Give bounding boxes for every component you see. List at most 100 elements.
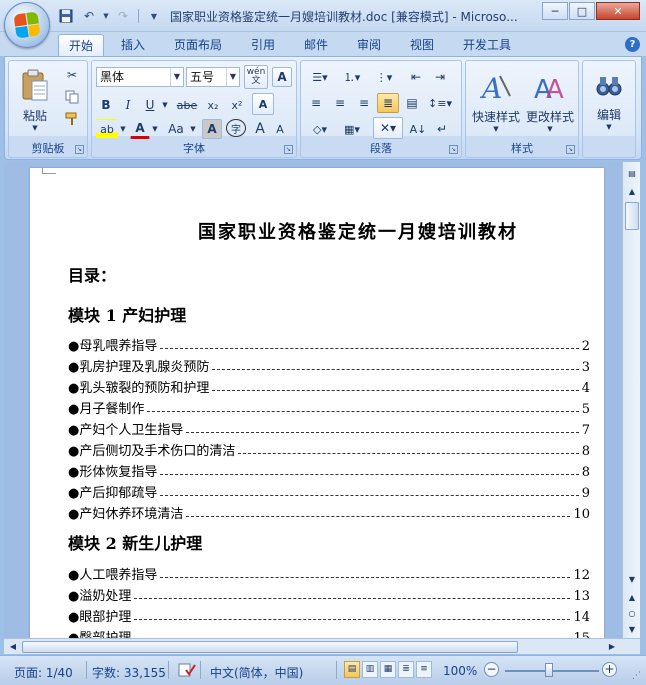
font-size-combo[interactable]: 五号 ▼ (186, 67, 240, 87)
editing-button[interactable]: 编辑 ▼ (587, 65, 631, 139)
outline-view-icon[interactable]: ≣ (398, 661, 414, 678)
font-size-dropdown-icon[interactable]: ▼ (226, 68, 239, 86)
clear-formatting-button[interactable]: A (252, 93, 274, 115)
toc-entry[interactable]: ●产妇休养环境清洁 10 (68, 502, 590, 522)
phonetic-guide-button[interactable]: wén 文 (244, 65, 268, 89)
vertical-scroll-thumb[interactable] (625, 202, 639, 230)
underline-dropdown-icon[interactable]: ▼ (160, 95, 170, 115)
web-layout-icon[interactable]: ▦ (380, 661, 396, 678)
character-shading-button[interactable]: A (202, 119, 222, 139)
sort-icon[interactable]: A↓ (407, 119, 429, 139)
zoom-out-button[interactable]: − (484, 662, 499, 677)
numbering-icon[interactable]: ⒈▾ (337, 67, 367, 87)
toc-entry[interactable]: ●产后侧切及手术伤口的清洁 8 (68, 439, 590, 459)
toc-entry[interactable]: ●溢奶处理 13 (68, 584, 590, 604)
highlight-button[interactable]: ab (96, 119, 118, 139)
change-styles-button[interactable]: AA 更改样式 ▼ (524, 65, 576, 139)
enclose-characters-button[interactable]: 字 (226, 119, 246, 137)
document-page[interactable]: 国家职业资格鉴定统一月嫂培训教材 目录： 模块 1 产妇护理 ●母乳喂养指导 2 … (30, 168, 604, 648)
bullets-icon[interactable]: ☰▾ (305, 67, 335, 87)
toc-entry[interactable]: ●形体恢复指导 8 (68, 460, 590, 480)
previous-page-icon[interactable]: ▲ (624, 590, 640, 606)
undo-dropdown-icon[interactable]: ▼ (102, 7, 110, 25)
zoom-slider-thumb[interactable] (545, 663, 553, 677)
proofing-icon[interactable] (178, 662, 196, 681)
tab-home[interactable]: 开始 (58, 34, 105, 56)
font-name-dropdown-icon[interactable]: ▼ (170, 68, 183, 86)
multilevel-list-icon[interactable]: ⋮▾ (369, 67, 399, 87)
scroll-down-icon[interactable]: ▼ (624, 572, 640, 588)
clipboard-launcher-icon[interactable]: ↘ (75, 145, 84, 154)
styles-launcher-icon[interactable]: ↘ (566, 145, 575, 154)
horizontal-scroll-thumb[interactable] (22, 641, 518, 653)
grow-font-button[interactable]: A (250, 119, 270, 139)
toc-entry[interactable]: ●人工喂养指导 12 (68, 563, 590, 583)
toc-entry[interactable]: ●母乳喂养指导 2 (68, 334, 590, 354)
borders-icon[interactable]: ▦▾ (337, 119, 367, 139)
tab-review[interactable]: 审阅 (347, 34, 391, 56)
chinese-layout-icon[interactable]: ✕▾ (373, 117, 403, 139)
minimize-button[interactable]: ─ (542, 2, 568, 20)
decrease-indent-icon[interactable]: ⇤ (405, 67, 427, 87)
scroll-right-icon[interactable]: ▶ (604, 639, 620, 655)
shading-icon[interactable]: ◇▾ (305, 119, 335, 139)
show-marks-icon[interactable]: ↵ (431, 119, 453, 139)
change-case-button[interactable]: Aa (164, 119, 188, 139)
full-screen-reading-icon[interactable]: ▥ (362, 661, 378, 678)
select-browse-object-icon[interactable]: ○ (624, 606, 640, 622)
maximize-button[interactable]: □ (569, 2, 595, 20)
tab-view[interactable]: 视图 (400, 34, 444, 56)
tab-insert[interactable]: 插入 (111, 34, 155, 56)
draft-view-icon[interactable]: ≡ (416, 661, 432, 678)
horizontal-scrollbar[interactable]: ◀ ▶ (4, 638, 640, 654)
underline-button[interactable]: U (140, 95, 160, 115)
font-launcher-icon[interactable]: ↘ (284, 145, 293, 154)
toc-entry[interactable]: ●乳房护理及乳腺炎预防 3 (68, 355, 590, 375)
scroll-up-icon[interactable]: ▲ (624, 184, 640, 200)
language-indicator[interactable]: 中文(简体，中国) (210, 664, 303, 681)
strikethrough-button[interactable]: abe (174, 95, 200, 115)
increase-indent-icon[interactable]: ⇥ (429, 67, 451, 87)
distributed-icon[interactable]: ▤ (401, 93, 423, 113)
document-area[interactable]: 国家职业资格鉴定统一月嫂培训教材 目录： 模块 1 产妇护理 ●母乳喂养指导 2 … (4, 162, 622, 648)
next-page-icon[interactable]: ▼ (624, 622, 640, 638)
office-button[interactable] (4, 2, 50, 48)
subscript-button[interactable]: x₂ (202, 95, 224, 115)
font-name-combo[interactable]: 黑体 ▼ (96, 67, 184, 87)
toc-entry[interactable]: ●乳头皲裂的预防和护理 4 (68, 376, 590, 396)
font-color-dropdown-icon[interactable]: ▼ (150, 119, 160, 139)
italic-button[interactable]: I (118, 95, 138, 115)
align-left-icon[interactable]: ≡ (305, 93, 327, 113)
toc-entry[interactable]: ●产妇个人卫生指导 7 (68, 418, 590, 438)
save-icon[interactable] (56, 7, 76, 25)
zoom-level[interactable]: 100% (443, 664, 477, 678)
change-case-dropdown-icon[interactable]: ▼ (188, 119, 198, 139)
tab-references[interactable]: 引用 (241, 34, 285, 56)
highlight-dropdown-icon[interactable]: ▼ (118, 119, 128, 139)
ruler-toggle-icon[interactable]: ▤ (624, 166, 640, 182)
cut-icon[interactable]: ✂ (61, 65, 83, 85)
undo-icon[interactable]: ↶ (79, 7, 99, 25)
character-border-button[interactable]: A (272, 67, 292, 87)
customize-qat-icon[interactable]: ▼ (144, 7, 164, 25)
justify-icon[interactable]: ≣ (377, 93, 399, 113)
scroll-left-icon[interactable]: ◀ (5, 639, 21, 655)
help-icon[interactable]: ? (625, 37, 640, 52)
toc-entry[interactable]: ●月子餐制作 5 (68, 397, 590, 417)
line-spacing-icon[interactable]: ↕≡▾ (425, 93, 455, 113)
paste-button[interactable]: 粘贴 ▼ (13, 65, 57, 135)
quick-styles-button[interactable]: A 快速样式 ▼ (470, 65, 522, 139)
resize-grip-icon[interactable]: ⋰ (632, 671, 644, 683)
copy-icon[interactable] (61, 87, 83, 107)
vertical-scrollbar[interactable]: ▤ ▲ ▼ ▲ ○ ▼ (622, 162, 640, 638)
bold-button[interactable]: B (96, 95, 116, 115)
format-painter-icon[interactable] (61, 109, 83, 129)
redo-icon[interactable]: ↷ (113, 7, 133, 25)
close-button[interactable]: ✕ (596, 2, 640, 20)
align-right-icon[interactable]: ≡ (353, 93, 375, 113)
page-count[interactable]: 页面: 1/40 (14, 664, 73, 681)
font-color-button[interactable]: A (130, 119, 150, 139)
tab-developer[interactable]: 开发工具 (453, 34, 521, 56)
zoom-in-button[interactable]: + (602, 662, 617, 677)
toc-entry[interactable]: ●眼部护理 14 (68, 605, 590, 625)
